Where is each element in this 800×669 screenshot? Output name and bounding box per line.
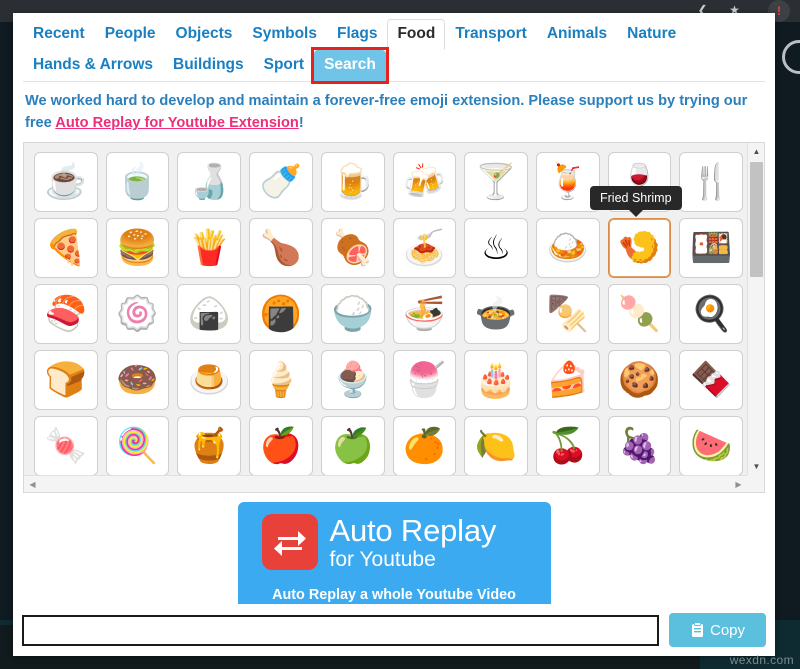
tangerine-emoji[interactable]: 🍊 xyxy=(392,416,457,475)
hamburger-emoji[interactable]: 🍔 xyxy=(105,218,170,278)
hot-springs-emoji[interactable]: ♨ xyxy=(464,218,528,278)
custard-emoji[interactable]: 🍮 xyxy=(177,350,242,410)
french-fries-emoji[interactable]: 🍟 xyxy=(177,218,242,278)
tab-objects[interactable]: Objects xyxy=(166,19,243,50)
emoji-grid-row: 🍬 🍭 🍯 🍎 🍏 🍊 🍋 🍒 🍇 🍉 xyxy=(30,413,747,475)
tab-search[interactable]: Search xyxy=(311,47,389,84)
tab-buildings[interactable]: Buildings xyxy=(163,50,254,81)
doughnut-emoji[interactable]: 🍩 xyxy=(105,350,170,410)
emoji-grid-row: 🍕 🍔 🍟 🍗 🍖 🍝 ♨ 🍛 🍤 🍱 xyxy=(30,215,747,281)
poultry-leg-emoji[interactable]: 🍗 xyxy=(249,218,313,278)
tab-row-secondary: Hands & Arrows Buildings Sport Search xyxy=(23,47,765,84)
cookie-emoji[interactable]: 🍪 xyxy=(607,350,672,410)
ice-cream-emoji[interactable]: 🍨 xyxy=(320,350,385,410)
tab-hands-and-arrows[interactable]: Hands & Arrows xyxy=(23,50,163,81)
bottom-action-bar: Copy xyxy=(13,604,775,656)
scroll-left-arrow-icon[interactable]: ◀ xyxy=(24,476,41,493)
banner-description-line-1: Auto Replay a whole Youtube Video xyxy=(272,587,516,603)
site-watermark: wexdn.com xyxy=(729,653,794,667)
tab-symbols[interactable]: Symbols xyxy=(242,19,327,50)
sake-emoji[interactable]: 🍶 xyxy=(177,152,242,212)
birthday-cake-emoji[interactable]: 🎂 xyxy=(464,350,528,410)
honey-pot-emoji[interactable]: 🍯 xyxy=(177,416,242,475)
clinking-beer-mugs-emoji[interactable]: 🍻 xyxy=(392,152,457,212)
banner-title-group: Auto Replay for Youtube xyxy=(330,515,497,570)
scroll-down-arrow-icon[interactable]: ▼ xyxy=(748,458,765,475)
cherries-emoji[interactable]: 🍒 xyxy=(535,416,600,475)
cocktail-glass-emoji[interactable]: 🍸 xyxy=(464,152,528,212)
scroll-right-arrow-icon[interactable]: ▶ xyxy=(730,476,747,493)
soft-ice-cream-emoji[interactable]: 🍦 xyxy=(249,350,313,410)
tab-nature[interactable]: Nature xyxy=(617,19,686,50)
fish-cake-emoji[interactable]: 🍥 xyxy=(105,284,170,344)
tab-search-label: Search xyxy=(324,56,376,73)
chocolate-bar-emoji[interactable]: 🍫 xyxy=(679,350,744,410)
banner-title: Auto Replay xyxy=(329,512,497,548)
red-apple-emoji[interactable]: 🍎 xyxy=(249,416,313,475)
fried-shrimp-emoji[interactable]: 🍤 xyxy=(607,218,672,278)
beer-mug-emoji[interactable]: 🍺 xyxy=(320,152,385,212)
lemon-emoji[interactable]: 🍋 xyxy=(464,416,528,475)
copy-button[interactable]: Copy xyxy=(669,613,766,647)
rice-cracker-emoji[interactable]: 🍘 xyxy=(249,284,313,344)
category-tabs: Recent People Objects Symbols Flags Food… xyxy=(13,13,775,84)
shortcake-emoji[interactable]: 🍰 xyxy=(535,350,600,410)
candy-emoji[interactable]: 🍬 xyxy=(34,416,98,475)
cooking-egg-emoji[interactable]: 🍳 xyxy=(679,284,744,344)
pot-of-food-emoji[interactable]: 🍲 xyxy=(464,284,528,344)
watermelon-emoji[interactable]: 🍉 xyxy=(679,416,744,475)
auto-replay-extension-link[interactable]: Auto Replay for Youtube Extension xyxy=(55,115,299,131)
emoji-extension-popup: Recent People Objects Symbols Flags Food… xyxy=(13,13,775,656)
tab-transport[interactable]: Transport xyxy=(445,19,536,50)
tab-food[interactable]: Food xyxy=(387,19,446,50)
repeat-icon xyxy=(261,514,318,570)
baby-bottle-emoji[interactable]: 🍼 xyxy=(249,152,313,212)
shaved-ice-emoji[interactable]: 🍧 xyxy=(392,350,457,410)
banner-header: Auto Replay for Youtube xyxy=(248,514,541,570)
clipboard-icon xyxy=(690,622,705,638)
teacup-without-handle-emoji[interactable]: 🍵 xyxy=(105,152,170,212)
fork-and-knife-emoji[interactable]: 🍴 xyxy=(679,152,744,212)
emoji-tooltip: Fried Shrimp xyxy=(590,186,682,217)
promo-text-after: ! xyxy=(298,115,304,131)
curry-rice-emoji[interactable]: 🍛 xyxy=(535,218,600,278)
emoji-result-input[interactable] xyxy=(22,614,659,646)
hot-beverage-emoji[interactable]: ☕ xyxy=(34,152,98,212)
copy-button-label: Copy xyxy=(709,621,746,639)
tab-recent[interactable]: Recent xyxy=(23,19,95,50)
scroll-up-arrow-icon[interactable]: ▲ xyxy=(748,143,765,160)
steaming-bowl-emoji[interactable]: 🍜 xyxy=(392,284,457,344)
meat-on-bone-emoji[interactable]: 🍖 xyxy=(320,218,385,278)
tab-animals[interactable]: Animals xyxy=(537,19,617,50)
tab-flags[interactable]: Flags xyxy=(327,19,387,50)
rice-ball-emoji[interactable]: 🍙 xyxy=(177,284,242,344)
banner-subtitle: for Youtube xyxy=(329,547,436,571)
bento-box-emoji[interactable]: 🍱 xyxy=(679,218,744,278)
pizza-emoji[interactable]: 🍕 xyxy=(34,218,98,278)
sushi-emoji[interactable]: 🍣 xyxy=(34,284,98,344)
vertical-scrollbar[interactable]: ▲ ▼ xyxy=(747,143,764,475)
bread-emoji[interactable]: 🍞 xyxy=(34,350,98,410)
scrollbar-corner xyxy=(747,475,764,492)
promo-text: We worked hard to develop and maintain a… xyxy=(13,82,775,140)
emoji-grid-row: 🍣 🍥 🍙 🍘 🍚 🍜 🍲 🍢 🍡 🍳 xyxy=(30,281,747,347)
oden-emoji[interactable]: 🍢 xyxy=(535,284,600,344)
grapes-emoji[interactable]: 🍇 xyxy=(607,416,672,475)
lollipop-emoji[interactable]: 🍭 xyxy=(105,416,170,475)
cooked-rice-emoji[interactable]: 🍚 xyxy=(320,284,385,344)
tab-row-primary: Recent People Objects Symbols Flags Food… xyxy=(23,19,765,50)
green-apple-emoji[interactable]: 🍏 xyxy=(320,416,385,475)
dango-emoji[interactable]: 🍡 xyxy=(607,284,672,344)
tab-people[interactable]: People xyxy=(95,19,166,50)
emoji-grid-row: 🍞 🍩 🍮 🍦 🍨 🍧 🎂 🍰 🍪 🍫 xyxy=(30,347,747,413)
vertical-scrollbar-thumb[interactable] xyxy=(750,162,763,277)
spaghetti-emoji[interactable]: 🍝 xyxy=(392,218,457,278)
horizontal-scrollbar[interactable]: ◀ ▶ xyxy=(24,475,747,492)
tab-sport[interactable]: Sport xyxy=(254,50,314,81)
